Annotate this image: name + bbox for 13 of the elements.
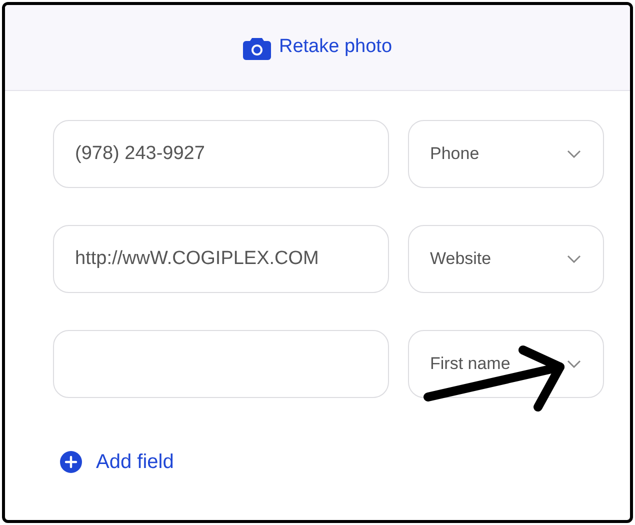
plus-circle-icon <box>60 451 82 473</box>
field-type-dropdown[interactable]: Website <box>408 225 604 293</box>
input-field[interactable] <box>53 330 389 398</box>
chevron-down-icon <box>567 150 581 158</box>
retake-photo-button[interactable]: Retake photo <box>242 33 392 62</box>
chevron-down-icon <box>567 255 581 263</box>
add-field-button[interactable]: Add field <box>60 447 174 477</box>
input-field[interactable]: http://wwW.COGIPLEX.COM <box>53 225 389 293</box>
input-field[interactable]: (978) 243-9927 <box>53 120 389 188</box>
field-type-dropdown[interactable]: Phone <box>408 120 604 188</box>
field-type-dropdown[interactable]: First name <box>408 330 604 398</box>
camera-icon <box>242 36 271 60</box>
chevron-down-icon <box>567 360 581 368</box>
